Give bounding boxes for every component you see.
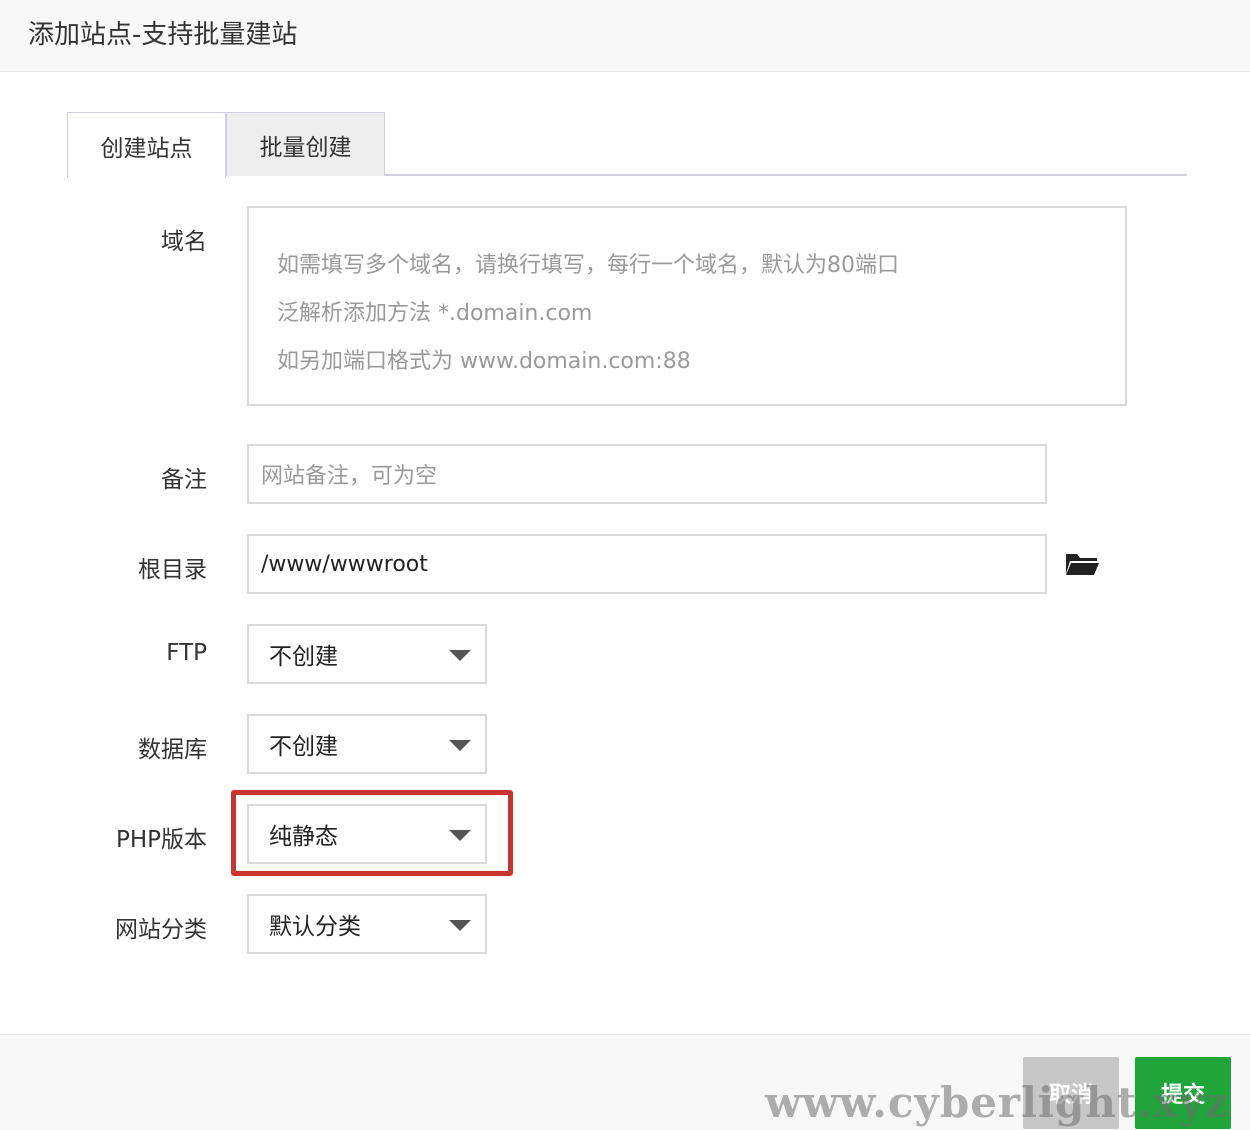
php-version-label: PHP版本 (115, 827, 207, 853)
watermark: www.cyberlight.xyz (765, 1078, 1230, 1127)
site-category-select[interactable]: 默认分类 (247, 894, 487, 954)
site-category-selected-value: 默认分类 (269, 914, 361, 940)
php-version-highlight (231, 790, 513, 876)
database-label: 数据库 (138, 737, 207, 763)
chevron-down-icon (449, 740, 471, 751)
remark-placeholder: 网站备注，可为空 (261, 464, 438, 489)
domain-placeholder-line-1: 如需填写多个域名，请换行填写，每行一个域名，默认为80端口 (277, 253, 899, 278)
root-dir-input[interactable]: /www/wwwroot (247, 534, 1047, 594)
domain-textarea[interactable]: 如需填写多个域名，请换行填写，每行一个域名，默认为80端口 泛解析添加方法 *.… (247, 206, 1127, 406)
dialog-header: 添加站点-支持批量建站 (0, 0, 1250, 72)
folder-open-icon[interactable] (1064, 549, 1100, 577)
tab-batch-create[interactable]: 批量创建 (226, 112, 385, 176)
root-dir-value: /www/wwwroot (261, 551, 428, 577)
chevron-down-icon (449, 650, 471, 661)
domain-placeholder-line-3: 如另加端口格式为 www.domain.com:88 (277, 349, 691, 374)
tab-create-site[interactable]: 创建站点 (67, 112, 226, 178)
domain-label: 域名 (161, 229, 207, 255)
database-selected-value: 不创建 (269, 734, 338, 760)
remark-input[interactable]: 网站备注，可为空 (247, 444, 1047, 504)
chevron-down-icon (449, 920, 471, 931)
ftp-label: FTP (166, 640, 207, 666)
root-dir-label: 根目录 (138, 557, 207, 583)
tab-bar: 创建站点 批量创建 (67, 112, 1187, 178)
remark-label: 备注 (161, 467, 207, 493)
ftp-select[interactable]: 不创建 (247, 624, 487, 684)
ftp-selected-value: 不创建 (269, 644, 338, 670)
domain-placeholder-line-2: 泛解析添加方法 *.domain.com (277, 301, 593, 326)
site-category-label: 网站分类 (115, 917, 207, 943)
dialog-title: 添加站点-支持批量建站 (28, 20, 298, 50)
database-select[interactable]: 不创建 (247, 714, 487, 774)
